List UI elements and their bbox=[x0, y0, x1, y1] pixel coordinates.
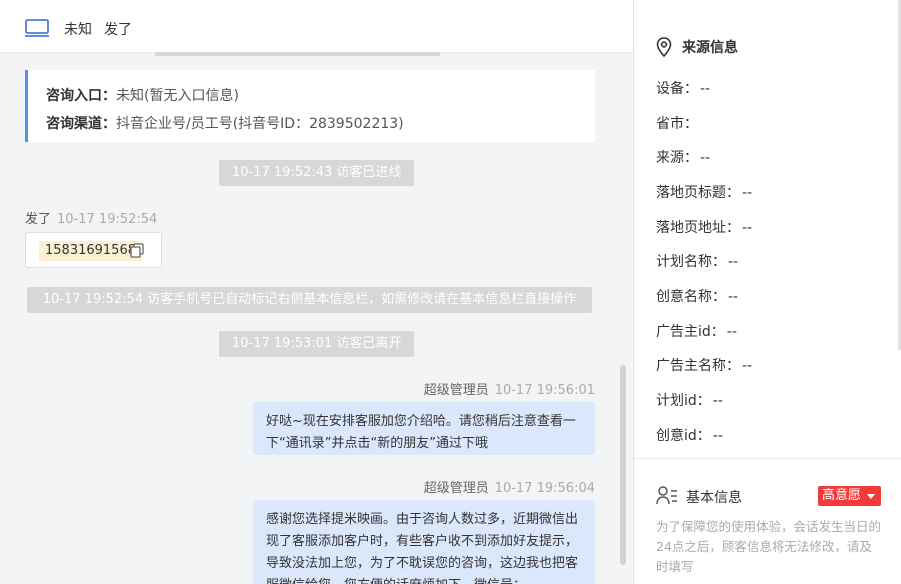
visitor-message-name: 发了 bbox=[25, 212, 52, 227]
intent-level-dropdown[interactable]: 高意愿 bbox=[818, 486, 881, 506]
field-province-city: 省市： bbox=[656, 113, 700, 133]
field-value: -- bbox=[742, 358, 753, 374]
field-value: -- bbox=[728, 289, 739, 305]
location-pin-icon bbox=[656, 37, 672, 57]
field-value: -- bbox=[700, 150, 711, 166]
field-label: 创意id： bbox=[656, 428, 711, 444]
chat-workspace: 未知 发了 咨询入口：未知(暂无入口信息) 咨询渠道：抖音企业号/员工号(抖音号… bbox=[0, 0, 901, 584]
chat-scrollbar[interactable] bbox=[620, 365, 626, 565]
field-label: 落地页标题： bbox=[656, 185, 740, 201]
section-divider bbox=[634, 458, 901, 459]
intent-level-label: 高意愿 bbox=[822, 488, 862, 503]
visitor-message-time: 10-17 19:52:54 bbox=[57, 212, 158, 227]
field-creative-id: 创意id： -- bbox=[656, 425, 723, 445]
field-plan-id: 计划id： -- bbox=[656, 390, 723, 410]
source-info-title: 来源信息 bbox=[682, 40, 738, 56]
field-label: 广告主名称： bbox=[656, 358, 740, 374]
chat-header: 未知 发了 bbox=[0, 0, 633, 53]
visitor-info-panel: 来源信息 设备： -- 省市： 来源： -- 落地页标题： -- 落地页地址： -- 计… bbox=[633, 0, 901, 584]
field-label: 来源： bbox=[656, 150, 698, 166]
channel-value: 抖音企业号/员工号(抖音号ID：2839502213) bbox=[116, 116, 404, 132]
field-label: 计划名称： bbox=[656, 254, 726, 270]
consult-entry-card: 咨询入口：未知(暂无入口信息) 咨询渠道：抖音企业号/员工号(抖音号ID：283… bbox=[25, 70, 595, 142]
basic-info-title: 基本信息 bbox=[686, 490, 742, 506]
field-device: 设备： -- bbox=[656, 78, 710, 98]
field-label: 省市： bbox=[656, 116, 698, 132]
phone-number[interactable]: 15831691568 bbox=[39, 241, 142, 261]
field-label: 设备： bbox=[656, 81, 698, 97]
visitor-name: 发了 bbox=[104, 22, 132, 38]
field-creative-name: 创意名称： -- bbox=[656, 286, 738, 306]
chat-pane[interactable]: 未知 发了 咨询入口：未知(暂无入口信息) 咨询渠道：抖音企业号/员工号(抖音号… bbox=[0, 0, 633, 584]
field-value: -- bbox=[700, 81, 711, 97]
visitor-message-meta: 发了 10-17 19:52:54 bbox=[25, 208, 157, 227]
agent-message-time: 10-17 19:56:04 bbox=[494, 481, 595, 496]
field-value: -- bbox=[728, 254, 739, 270]
history-scroll-hint bbox=[155, 52, 440, 56]
agent-message-meta: 超级管理员 10-17 19:56:01 bbox=[424, 379, 595, 398]
monitor-icon bbox=[25, 19, 49, 37]
agent-message-bubble: 感谢您选择提米映画。由于咨询人数过多，近期微信出现了客服添加客户时，有些客户收不… bbox=[253, 500, 595, 584]
system-message-phone: 10-17 19:52:54 访客手机号已自动标记右侧基本信息栏，如需修改请在基… bbox=[27, 287, 592, 313]
field-value: -- bbox=[712, 428, 723, 444]
field-advertiser-id: 广告主id： -- bbox=[656, 321, 737, 341]
field-value: -- bbox=[712, 393, 723, 409]
field-plan-name: 计划名称： -- bbox=[656, 251, 738, 271]
agent-message-bubble: 好哒~现在安排客服加您介绍哈。请您稍后注意查看一下“通讯录”并点击“新的朋友”通… bbox=[253, 402, 595, 455]
channel-label: 咨询渠道： bbox=[46, 116, 116, 132]
entry-label: 咨询入口： bbox=[46, 88, 116, 104]
caret-down-icon bbox=[867, 494, 875, 499]
field-label: 创意名称： bbox=[656, 289, 726, 305]
field-value: -- bbox=[742, 185, 753, 201]
source-info-header: 来源信息 bbox=[656, 36, 738, 58]
field-value: -- bbox=[726, 324, 737, 340]
entry-value: 未知(暂无入口信息) bbox=[116, 88, 239, 104]
agent-name: 超级管理员 bbox=[423, 481, 489, 496]
agent-name: 超级管理员 bbox=[423, 383, 489, 398]
field-label: 落地页地址： bbox=[656, 220, 740, 236]
field-landing-url: 落地页地址： -- bbox=[656, 217, 752, 237]
system-message-leave: 10-17 19:53:01 访客已离开 bbox=[219, 331, 415, 357]
field-label: 广告主id： bbox=[656, 324, 725, 340]
edit-deadline-notice: 为了保障您的使用体验，会话发生当日的24点之后，顾客信息将无法修改，请及时填写 bbox=[656, 519, 882, 574]
field-source: 来源： -- bbox=[656, 147, 710, 167]
field-label: 计划id： bbox=[656, 393, 711, 409]
visitor-message-bubble: 15831691568 bbox=[25, 232, 162, 268]
field-advertiser-name: 广告主名称： -- bbox=[656, 355, 752, 375]
copy-icon[interactable] bbox=[130, 243, 144, 258]
agent-message-time: 10-17 19:56:01 bbox=[494, 383, 595, 398]
field-landing-title: 落地页标题： -- bbox=[656, 182, 752, 202]
basic-info-header: 基本信息 高意愿 bbox=[656, 484, 881, 508]
agent-message-meta: 超级管理员 10-17 19:56:04 bbox=[424, 477, 595, 496]
visitor-source: 未知 bbox=[64, 22, 92, 38]
field-value: -- bbox=[742, 220, 753, 236]
user-list-icon bbox=[656, 486, 677, 505]
system-message-enter: 10-17 19:52:43 访客已进线 bbox=[219, 160, 415, 186]
